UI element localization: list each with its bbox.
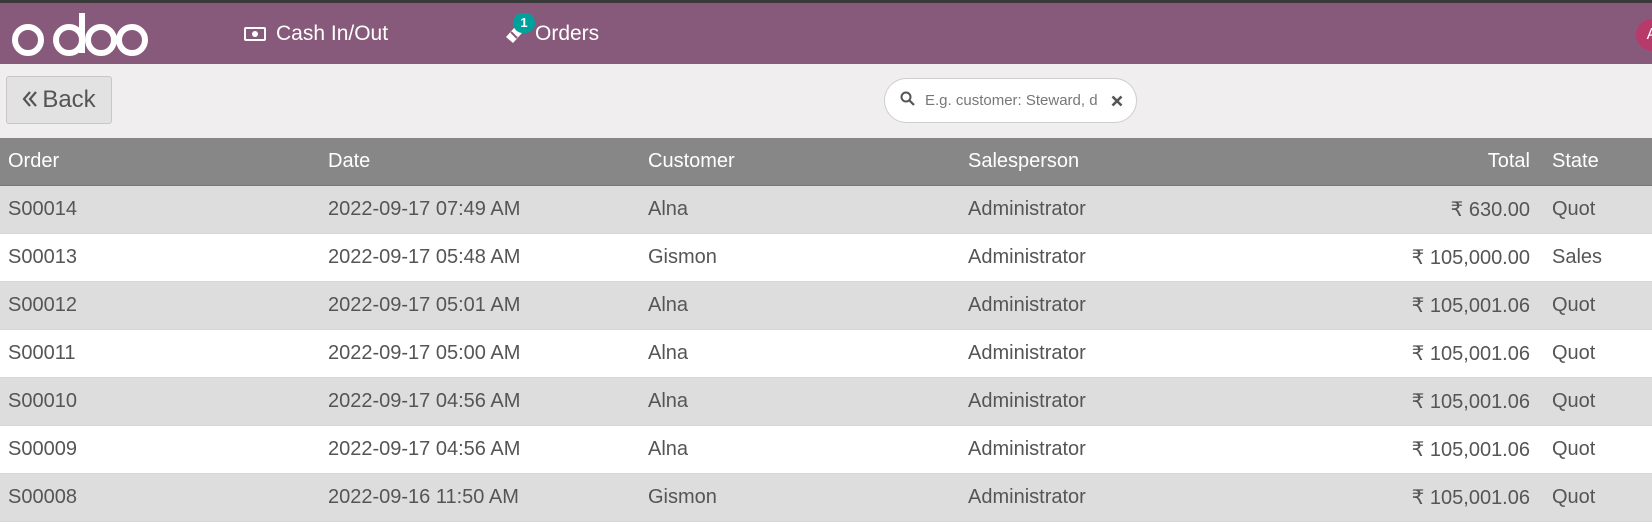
column-header-customer: Customer xyxy=(640,138,960,186)
order-ref: S00009 xyxy=(0,425,320,474)
table-row[interactable]: S00008 2022-09-16 11:50 AM Gismon Admini… xyxy=(0,473,1652,522)
order-salesperson: Administrator xyxy=(960,329,1280,378)
order-state: Quot xyxy=(1544,425,1652,474)
table-row[interactable]: S00013 2022-09-17 05:48 AM Gismon Admini… xyxy=(0,233,1652,282)
orders-table: Order Date Customer Salesperson Total St… xyxy=(0,138,1652,522)
order-date: 2022-09-17 05:00 AM xyxy=(320,329,640,378)
order-total: ₹ 105,001.06 xyxy=(1280,281,1544,330)
search-icon xyxy=(900,91,915,111)
order-customer: Alna xyxy=(640,185,960,234)
order-ref: S00014 xyxy=(0,185,320,234)
odoo-logo xyxy=(8,9,148,64)
table-row[interactable]: S00009 2022-09-17 04:56 AM Alna Administ… xyxy=(0,425,1652,474)
top-navbar: Cash In/Out 1 Orders A xyxy=(0,3,1652,64)
order-salesperson: Administrator xyxy=(960,473,1280,522)
order-salesperson: Administrator xyxy=(960,377,1280,426)
column-header-total: Total xyxy=(1280,138,1544,186)
order-date: 2022-09-17 05:01 AM xyxy=(320,281,640,330)
order-customer: Alna xyxy=(640,281,960,330)
column-header-state: State xyxy=(1544,138,1652,186)
column-header-salesperson: Salesperson xyxy=(960,138,1280,186)
money-icon xyxy=(244,26,266,42)
order-state: Sales xyxy=(1544,233,1652,282)
search-input[interactable] xyxy=(923,91,1105,110)
order-customer: Alna xyxy=(640,377,960,426)
order-ref: S00011 xyxy=(0,329,320,378)
back-button[interactable]: Back xyxy=(6,76,112,124)
table-row[interactable]: S00011 2022-09-17 05:00 AM Alna Administ… xyxy=(0,329,1652,378)
order-salesperson: Administrator xyxy=(960,425,1280,474)
column-header-date: Date xyxy=(320,138,640,186)
order-customer: Gismon xyxy=(640,233,960,282)
order-customer: Gismon xyxy=(640,473,960,522)
order-state: Quot xyxy=(1544,281,1652,330)
order-state: Quot xyxy=(1544,473,1652,522)
order-date: 2022-09-17 04:56 AM xyxy=(320,425,640,474)
order-date: 2022-09-17 05:48 AM xyxy=(320,233,640,282)
orders-count-badge: 1 xyxy=(513,12,535,33)
order-salesperson: Administrator xyxy=(960,281,1280,330)
screen-controls: Back xyxy=(0,64,1652,138)
table-header-row: Order Date Customer Salesperson Total St… xyxy=(0,138,1652,186)
table-row[interactable]: S00012 2022-09-17 05:01 AM Alna Administ… xyxy=(0,281,1652,330)
order-date: 2022-09-17 04:56 AM xyxy=(320,377,640,426)
search-box[interactable] xyxy=(884,78,1137,123)
table-row[interactable]: S00010 2022-09-17 04:56 AM Alna Administ… xyxy=(0,377,1652,426)
column-header-order: Order xyxy=(0,138,320,186)
order-salesperson: Administrator xyxy=(960,233,1280,282)
cash-in-out-button[interactable]: Cash In/Out xyxy=(244,3,388,64)
order-total: ₹ 105,001.06 xyxy=(1280,425,1544,474)
order-state: Quot xyxy=(1544,329,1652,378)
user-avatar[interactable]: A xyxy=(1636,19,1652,51)
order-ref: S00013 xyxy=(0,233,320,282)
order-total: ₹ 105,001.06 xyxy=(1280,329,1544,378)
back-label: Back xyxy=(42,86,96,113)
ticket-icon: 1 xyxy=(503,12,535,45)
order-total: ₹ 630.00 xyxy=(1280,185,1544,234)
order-ref: S00012 xyxy=(0,281,320,330)
order-ref: S00010 xyxy=(0,377,320,426)
clear-search-icon[interactable] xyxy=(1111,95,1123,107)
orders-label: Orders xyxy=(535,21,600,45)
order-state: Quot xyxy=(1544,185,1652,234)
cash-in-out-label: Cash In/Out xyxy=(276,21,389,45)
order-date: 2022-09-16 11:50 AM xyxy=(320,473,640,522)
order-total: ₹ 105,001.06 xyxy=(1280,473,1544,522)
order-customer: Alna xyxy=(640,329,960,378)
order-total: ₹ 105,000.00 xyxy=(1280,233,1544,282)
order-date: 2022-09-17 07:49 AM xyxy=(320,185,640,234)
orders-button[interactable]: 1 Orders xyxy=(503,3,599,64)
order-salesperson: Administrator xyxy=(960,185,1280,234)
order-state: Quot xyxy=(1544,377,1652,426)
double-chevron-left-icon xyxy=(22,87,38,113)
table-row[interactable]: S00014 2022-09-17 07:49 AM Alna Administ… xyxy=(0,185,1652,234)
odoo-logo-mark xyxy=(12,13,148,56)
order-ref: S00008 xyxy=(0,473,320,522)
order-total: ₹ 105,001.06 xyxy=(1280,377,1544,426)
order-customer: Alna xyxy=(640,425,960,474)
